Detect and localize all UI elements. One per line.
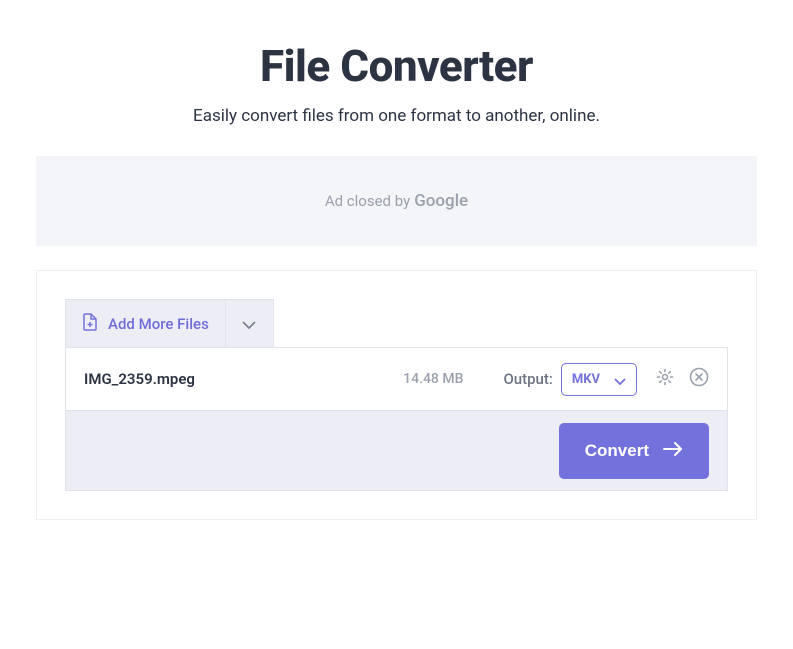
add-more-files-label: Add More Files xyxy=(108,315,209,333)
page-subtitle: Easily convert files from one format to … xyxy=(0,106,793,126)
action-bar: Convert xyxy=(65,411,728,491)
convert-button-label: Convert xyxy=(585,441,649,461)
settings-button[interactable] xyxy=(655,367,675,391)
convert-button[interactable]: Convert xyxy=(559,423,709,479)
ad-brand: Google xyxy=(414,191,468,211)
converter-panel: Add More Files IMG_2359.mpeg 14.48 MB Ou… xyxy=(36,270,757,520)
add-files-dropdown-button[interactable] xyxy=(226,299,274,347)
chevron-down-icon xyxy=(614,370,626,389)
toolbar: Add More Files xyxy=(65,299,728,347)
ad-text: Ad closed by xyxy=(325,192,410,210)
output-format-value: MKV xyxy=(572,372,600,387)
chevron-down-icon xyxy=(242,314,256,333)
add-file-icon xyxy=(82,313,108,335)
gear-icon xyxy=(655,367,675,391)
add-more-files-button[interactable]: Add More Files xyxy=(65,299,226,347)
remove-file-button[interactable] xyxy=(689,367,709,391)
file-size: 14.48 MB xyxy=(403,371,463,387)
file-row: IMG_2359.mpeg 14.48 MB Output: MKV xyxy=(65,347,728,411)
page-title: File Converter xyxy=(0,40,793,92)
arrow-right-icon xyxy=(649,441,683,461)
output-format-select[interactable]: MKV xyxy=(561,363,637,396)
file-name: IMG_2359.mpeg xyxy=(84,370,403,388)
output-label: Output: xyxy=(503,370,552,388)
close-icon xyxy=(689,367,709,391)
ad-container: Ad closed by Google xyxy=(36,156,757,246)
